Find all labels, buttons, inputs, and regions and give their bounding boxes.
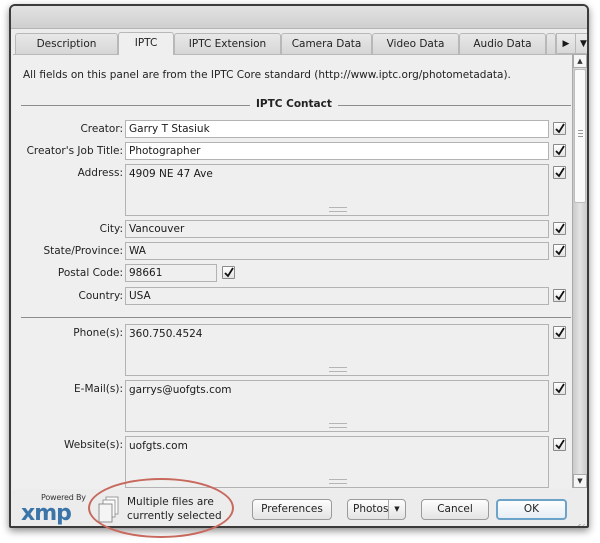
title-bar[interactable] — [11, 6, 587, 29]
check-icon — [555, 383, 565, 394]
state-label: State/Province: — [43, 245, 123, 257]
tab-description[interactable]: Description — [15, 33, 118, 54]
panel-info-text: All fields on this panel are from the IP… — [23, 69, 511, 81]
tab-camera-data[interactable]: Camera Data — [281, 33, 372, 54]
email-textarea[interactable]: garrys@uofgts.com — [125, 380, 549, 432]
city-checkbox[interactable] — [553, 222, 566, 235]
tab-overflow — [546, 33, 556, 54]
check-icon — [555, 245, 565, 256]
check-icon — [555, 327, 565, 338]
country-input[interactable]: USA — [125, 287, 549, 305]
address-value: 4909 NE 47 Ave — [129, 168, 213, 180]
state-input[interactable]: WA — [125, 242, 549, 260]
email-checkbox[interactable] — [553, 382, 566, 395]
website-checkbox[interactable] — [553, 438, 566, 451]
scroll-thumb[interactable] — [574, 69, 586, 203]
scroll-down-icon[interactable]: ▼ — [573, 474, 587, 488]
vertical-scrollbar[interactable]: ▲ ▼ — [572, 54, 587, 488]
job-title-label: Creator's Job Title: — [26, 145, 123, 157]
phone-label: Phone(s): — [73, 327, 123, 339]
email-label: E-Mail(s): — [74, 383, 123, 395]
tab-iptc-extension[interactable]: IPTC Extension — [174, 33, 281, 54]
check-icon — [555, 123, 565, 134]
job-title-input[interactable]: Photographer — [125, 142, 549, 160]
scroll-up-icon[interactable]: ▲ — [573, 54, 587, 68]
file-info-dialog: Description IPTC IPTC Extension Camera D… — [9, 4, 589, 528]
resize-grip[interactable] — [329, 479, 347, 484]
resize-grip[interactable] — [329, 367, 347, 372]
section-divider-2 — [21, 317, 571, 318]
email-value: garrys@uofgts.com — [129, 384, 232, 396]
city-input[interactable]: Vancouver — [125, 220, 549, 238]
postal-code-input[interactable]: 98661 — [125, 264, 217, 282]
xmp-logo: xmp — [21, 501, 72, 526]
postal-code-checkbox[interactable] — [222, 266, 235, 279]
iptc-panel: All fields on this panel are from the IP… — [13, 54, 572, 489]
check-icon — [555, 167, 565, 178]
website-label: Website(s): — [63, 439, 123, 451]
tab-iptc[interactable]: IPTC — [118, 32, 174, 55]
preferences-button[interactable]: Preferences — [252, 499, 332, 520]
state-checkbox[interactable] — [553, 244, 566, 257]
address-checkbox[interactable] — [553, 166, 566, 179]
section-title: IPTC Contact — [250, 98, 338, 110]
annotation-ellipse — [88, 478, 234, 538]
phone-value: 360.750.4524 — [129, 328, 203, 340]
tab-bar: Description IPTC IPTC Extension Camera D… — [15, 32, 587, 55]
grip-icon — [578, 130, 583, 138]
tab-audio-data[interactable]: Audio Data — [459, 33, 546, 54]
country-label: Country: — [78, 290, 124, 302]
website-value: uofgts.com — [129, 440, 188, 452]
window-resize-grip[interactable] — [577, 524, 587, 526]
job-title-checkbox[interactable] — [553, 144, 566, 157]
postal-code-label: Postal Code: — [57, 267, 123, 279]
address-label: Address: — [77, 167, 123, 179]
check-icon — [555, 223, 565, 234]
creator-checkbox[interactable] — [553, 122, 566, 135]
address-textarea[interactable]: 4909 NE 47 Ave — [125, 164, 549, 216]
city-label: City: — [99, 223, 123, 235]
creator-input[interactable]: Garry T Stasiuk — [125, 120, 549, 138]
resize-grip[interactable] — [329, 423, 347, 428]
phone-textarea[interactable]: 360.750.4524 — [125, 324, 549, 376]
tab-video-data[interactable]: Video Data — [372, 33, 459, 54]
tab-next-icon[interactable]: ▶ — [556, 33, 576, 54]
resize-grip[interactable] — [329, 207, 347, 212]
country-checkbox[interactable] — [553, 289, 566, 302]
chevron-down-icon[interactable]: ▼ — [388, 500, 405, 519]
check-icon — [555, 439, 565, 450]
tab-menu-icon[interactable]: ▼ — [575, 33, 587, 54]
template-dropdown[interactable]: Photos ▼ — [347, 499, 406, 520]
check-icon — [555, 145, 565, 156]
phone-checkbox[interactable] — [553, 326, 566, 339]
check-icon — [555, 290, 565, 301]
template-value: Photos — [353, 503, 389, 515]
check-icon — [224, 267, 234, 278]
ok-button[interactable]: OK — [496, 499, 567, 520]
cancel-button[interactable]: Cancel — [421, 499, 489, 520]
creator-label: Creator: — [80, 123, 123, 135]
